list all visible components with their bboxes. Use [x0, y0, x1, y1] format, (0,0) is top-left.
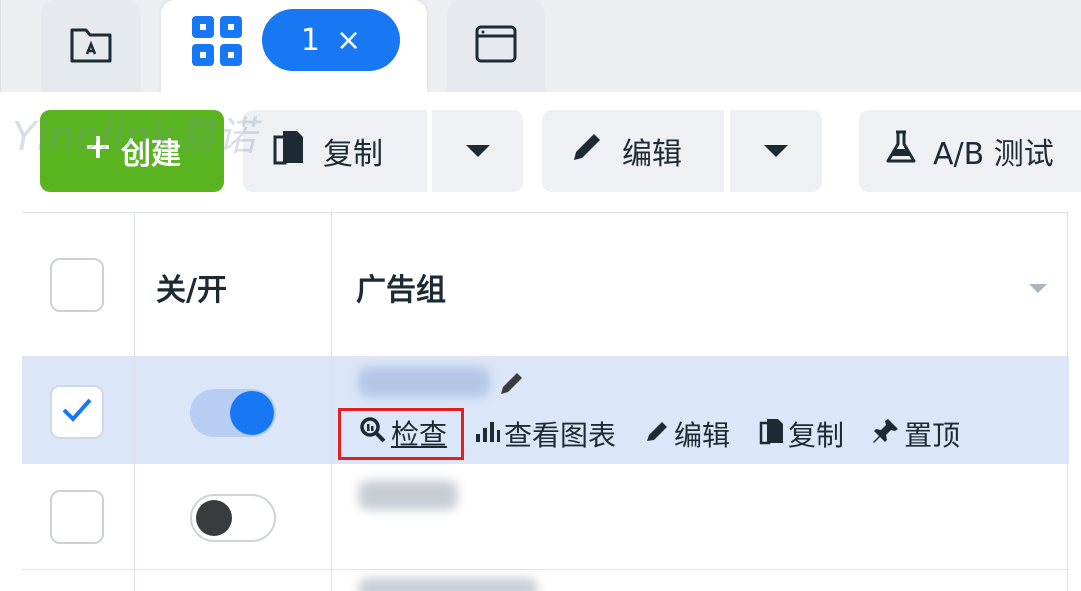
window-icon	[474, 24, 518, 68]
adset-table: 关/开 广告组 检查 查看图表 编辑 复制 置顶	[22, 212, 1069, 591]
table-row[interactable]	[22, 570, 1069, 591]
edit-label: 编辑	[622, 137, 682, 172]
status-toggle[interactable]	[190, 494, 276, 542]
edit-dropdown-button[interactable]	[730, 110, 822, 192]
folder-icon	[69, 24, 113, 68]
pencil-icon	[570, 130, 604, 172]
ab-test-button[interactable]: A/B 测试	[859, 110, 1081, 192]
ab-test-label: A/B 测试	[933, 137, 1054, 172]
copy-action[interactable]: 复制	[758, 414, 844, 454]
edit-button[interactable]: 编辑	[542, 110, 724, 192]
pin-action-label: 置顶	[904, 419, 961, 452]
inspect-action[interactable]: 检查	[338, 408, 465, 460]
tab-adsets[interactable]: 1 ×	[161, 0, 427, 92]
grid-icon	[192, 16, 242, 70]
create-label: 创建	[121, 137, 181, 172]
chevron-down-icon	[764, 145, 788, 157]
inspect-icon	[359, 416, 387, 451]
row-checkbox[interactable]	[50, 490, 104, 544]
status-toggle[interactable]	[190, 389, 276, 437]
pin-icon	[872, 417, 900, 452]
column-divider	[1067, 213, 1068, 591]
edit-action-label: 编辑	[674, 419, 731, 452]
copy-icon	[758, 417, 784, 452]
toggle-knob	[196, 500, 232, 536]
close-icon[interactable]: ×	[336, 23, 361, 58]
pencil-icon	[644, 418, 670, 451]
pin-action[interactable]: 置顶	[872, 414, 960, 454]
adset-name-redacted[interactable]	[358, 367, 490, 397]
plus-icon	[83, 132, 113, 170]
adset-name-redacted[interactable]	[358, 578, 538, 591]
row-checkbox[interactable]	[50, 385, 104, 439]
copy-label: 复制	[323, 137, 383, 172]
selection-count-badge[interactable]: 1 ×	[262, 9, 400, 71]
adset-name-redacted[interactable]	[358, 480, 458, 510]
select-all-checkbox[interactable]	[50, 258, 104, 312]
copy-icon	[271, 129, 305, 173]
chevron-down-icon	[465, 145, 490, 157]
copy-button[interactable]: 复制	[243, 110, 427, 192]
checkmark-icon	[60, 396, 94, 428]
toolbar: 创建 复制 编辑 A/B 测试	[22, 92, 1081, 212]
tab-window[interactable]	[447, 0, 545, 92]
tab-folder[interactable]	[41, 0, 141, 92]
column-divider	[134, 213, 135, 591]
selection-count: 1	[300, 22, 320, 58]
inspect-label: 检查	[391, 418, 448, 451]
flask-icon	[885, 129, 917, 173]
tab-bar: 1 ×	[0, 0, 1081, 92]
toggle-knob	[230, 391, 274, 435]
table-row[interactable]	[22, 464, 1069, 570]
copy-dropdown-button[interactable]	[432, 110, 523, 192]
adset-column-header[interactable]: 广告组	[356, 265, 446, 309]
table-header-row: 关/开 广告组	[22, 213, 1069, 357]
toggle-column-header[interactable]: 关/开	[156, 265, 227, 309]
column-divider	[331, 213, 332, 591]
row-actions: 检查 查看图表 编辑 复制 置顶	[338, 408, 988, 460]
table-row[interactable]: 检查 查看图表 编辑 复制 置顶	[22, 357, 1069, 464]
pencil-icon[interactable]	[498, 369, 526, 401]
edit-action[interactable]: 编辑	[644, 414, 730, 454]
view-chart-label: 查看图表	[504, 419, 617, 452]
copy-action-label: 复制	[788, 419, 845, 452]
sort-caret-icon[interactable]	[1029, 284, 1047, 293]
create-button[interactable]: 创建	[40, 110, 224, 192]
view-chart-action[interactable]: 查看图表	[474, 414, 616, 454]
bar-chart-icon	[474, 418, 501, 451]
